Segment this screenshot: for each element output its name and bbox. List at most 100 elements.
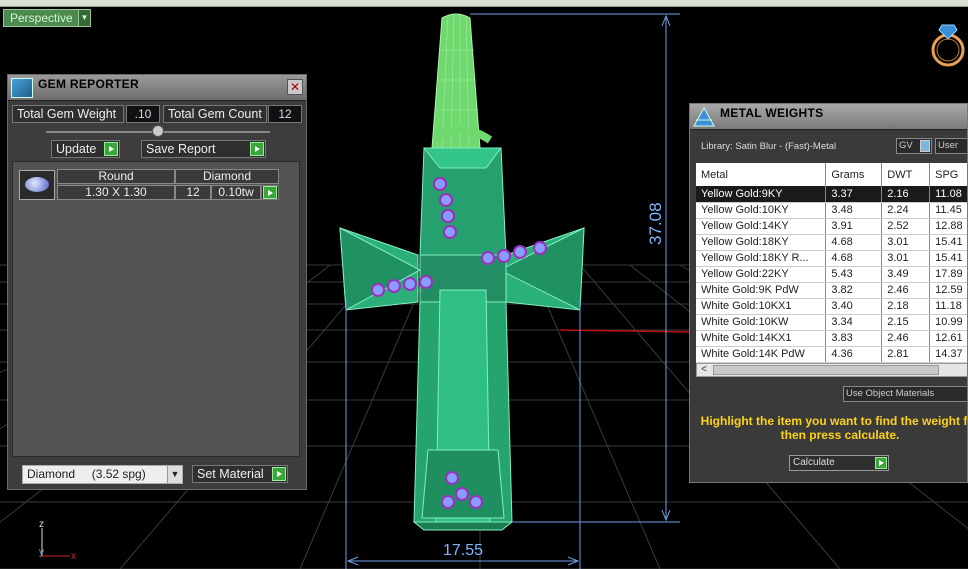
cell-metal: Yellow Gold:10KY [696, 202, 827, 219]
cell-metal: White Gold:14K PdW [696, 346, 827, 363]
view-mode-selector[interactable]: Perspective ▼ [3, 9, 91, 27]
update-button[interactable]: Update [51, 140, 120, 158]
cell-dwt: 2.81 [881, 346, 931, 363]
set-material-button[interactable]: Set Material [192, 465, 288, 483]
gem-shape-cell: Round [57, 169, 175, 184]
gem-count-cell: 12 [175, 185, 211, 200]
cell-dwt: 2.15 [881, 314, 931, 331]
column-header-dwt[interactable]: DWT [881, 163, 931, 186]
gem-slider-handle[interactable] [152, 125, 164, 137]
gem-material-cell: Diamond [175, 169, 279, 184]
round-gem-icon[interactable] [19, 170, 55, 200]
table-row[interactable]: White Gold:14KX1 3.83 2.46 12.61 [696, 330, 967, 347]
z-axis-label: z [39, 519, 44, 530]
table-row[interactable]: Yellow Gold:18KY 4.68 3.01 15.41 [696, 234, 967, 251]
cell-grams: 5.43 [825, 266, 883, 283]
play-arrow-icon [272, 467, 286, 481]
metal-weights-titlebar[interactable]: METAL WEIGHTS [690, 104, 967, 130]
table-row[interactable]: White Gold:14K PdW 4.36 2.81 14.37 [696, 346, 967, 363]
calculate-button[interactable]: Calculate [789, 455, 889, 471]
cross-pendant [339, 147, 585, 531]
cell-dwt: 3.49 [881, 266, 931, 283]
cell-spg: 15.41 [929, 250, 967, 267]
cell-dwt: 2.46 [881, 282, 931, 299]
scrollbar-thumb[interactable] [713, 365, 939, 375]
cell-grams: 3.82 [825, 282, 883, 299]
table-row[interactable]: Yellow Gold:18KY R... 4.68 3.01 15.41 [696, 250, 967, 267]
table-row[interactable]: Yellow Gold:9KY 3.37 2.16 11.08 [696, 186, 967, 203]
column-header-metal[interactable]: Metal [696, 163, 827, 186]
metal-weights-title: METAL WEIGHTS [720, 106, 824, 120]
update-button-label: Update [56, 142, 97, 156]
gem-weight-cell: 0.10tw [211, 185, 261, 200]
cell-dwt: 2.52 [881, 218, 931, 235]
calculate-button-label: Calculate [793, 457, 835, 468]
cell-metal: Yellow Gold:18KY R... [696, 250, 827, 267]
cell-metal: Yellow Gold:18KY [696, 234, 827, 251]
column-header-spg[interactable]: SPG [929, 163, 967, 186]
cell-dwt: 2.16 [881, 186, 931, 203]
total-gem-count-label: Total Gem Count [163, 105, 267, 123]
use-object-materials-label: Use Object Materials [846, 388, 935, 399]
total-gem-weight-value: .10 [126, 105, 160, 123]
table-row[interactable]: White Gold:10KW 3.34 2.15 10.99 [696, 314, 967, 331]
horizontal-scrollbar[interactable]: < [696, 363, 967, 377]
scroll-left-icon[interactable]: < [697, 364, 711, 376]
table-row[interactable]: White Gold:9K PdW 3.82 2.46 12.59 [696, 282, 967, 299]
cell-dwt: 3.01 [881, 250, 931, 267]
cell-metal: White Gold:9K PdW [696, 282, 827, 299]
column-header-grams[interactable]: Grams [825, 163, 883, 186]
table-row[interactable]: Yellow Gold:14KY 3.91 2.52 12.88 [696, 218, 967, 235]
scale-icon [693, 106, 715, 127]
chevron-down-icon: ▼ [167, 466, 182, 483]
metal-weights-table: Metal Grams DWT SPG Yellow Gold:9KY 3.37 2… [696, 163, 967, 363]
close-icon[interactable]: ✕ [287, 79, 303, 95]
cell-grams: 3.40 [825, 298, 883, 315]
cell-metal: Yellow Gold:9KY [696, 186, 827, 203]
set-material-button-label: Set Material [197, 467, 264, 481]
cell-spg: 15.41 [929, 234, 967, 251]
toggle-knob-icon [920, 140, 930, 152]
cell-metal: White Gold:10KX1 [696, 298, 827, 315]
cell-metal: White Gold:14KX1 [696, 330, 827, 347]
table-row[interactable]: Yellow Gold:10KY 3.48 2.24 11.45 [696, 202, 967, 219]
cell-spg: 12.59 [929, 282, 967, 299]
cell-spg: 11.18 [929, 298, 967, 315]
gem-row-action-button[interactable] [261, 185, 279, 200]
width-dimension-label: 17.55 [443, 542, 484, 559]
height-dimension-label: 37.08 [646, 202, 665, 245]
save-report-button-label: Save Report [146, 142, 216, 156]
play-arrow-icon [104, 142, 118, 156]
cell-metal: White Gold:10KW [696, 314, 827, 331]
cell-grams: 4.68 [825, 234, 883, 251]
gem-reporter-titlebar[interactable]: GEM REPORTER ✕ [8, 75, 306, 101]
instruction-text: Highlight the item you want to find the … [700, 414, 968, 442]
cell-grams: 3.91 [825, 218, 883, 235]
play-arrow-icon [250, 142, 264, 156]
table-row[interactable]: White Gold:10KX1 3.40 2.18 11.18 [696, 298, 967, 315]
cell-dwt: 2.46 [881, 330, 931, 347]
chevron-down-icon: ▼ [78, 10, 90, 26]
total-gem-count-value: 12 [268, 105, 302, 123]
y-axis-label: y [39, 547, 44, 558]
cell-metal: Yellow Gold:14KY [696, 218, 827, 235]
cell-grams: 3.48 [825, 202, 883, 219]
cell-spg: 11.08 [929, 186, 967, 203]
axis-gizmo: z y x [39, 519, 76, 562]
metal-weights-panel: METAL WEIGHTS Library: Satin Blur - (Fas… [689, 103, 968, 483]
save-report-button[interactable]: Save Report [141, 140, 266, 158]
gem-list: Round Diamond 1.30 X 1.30 12 0.10tw [12, 161, 300, 457]
table-row[interactable]: Yellow Gold:22KY 5.43 3.49 17.89 [696, 266, 967, 283]
view-mode-label: Perspective [10, 11, 73, 25]
ring-icon[interactable] [926, 17, 968, 69]
gv-toggle[interactable]: GV [896, 138, 932, 154]
bail [431, 13, 493, 149]
gem-reporter-logo-icon [11, 78, 33, 98]
cell-spg: 12.61 [929, 330, 967, 347]
library-label: Library: Satin Blur - (Fast)-Metal [701, 141, 837, 152]
material-select[interactable]: Diamond (3.52 spg) ▼ [22, 465, 183, 484]
use-object-materials-toggle[interactable]: Use Object Materials [843, 386, 967, 402]
cell-spg: 14.37 [929, 346, 967, 363]
cell-dwt: 2.24 [881, 202, 931, 219]
user-toggle[interactable]: User [935, 138, 967, 154]
